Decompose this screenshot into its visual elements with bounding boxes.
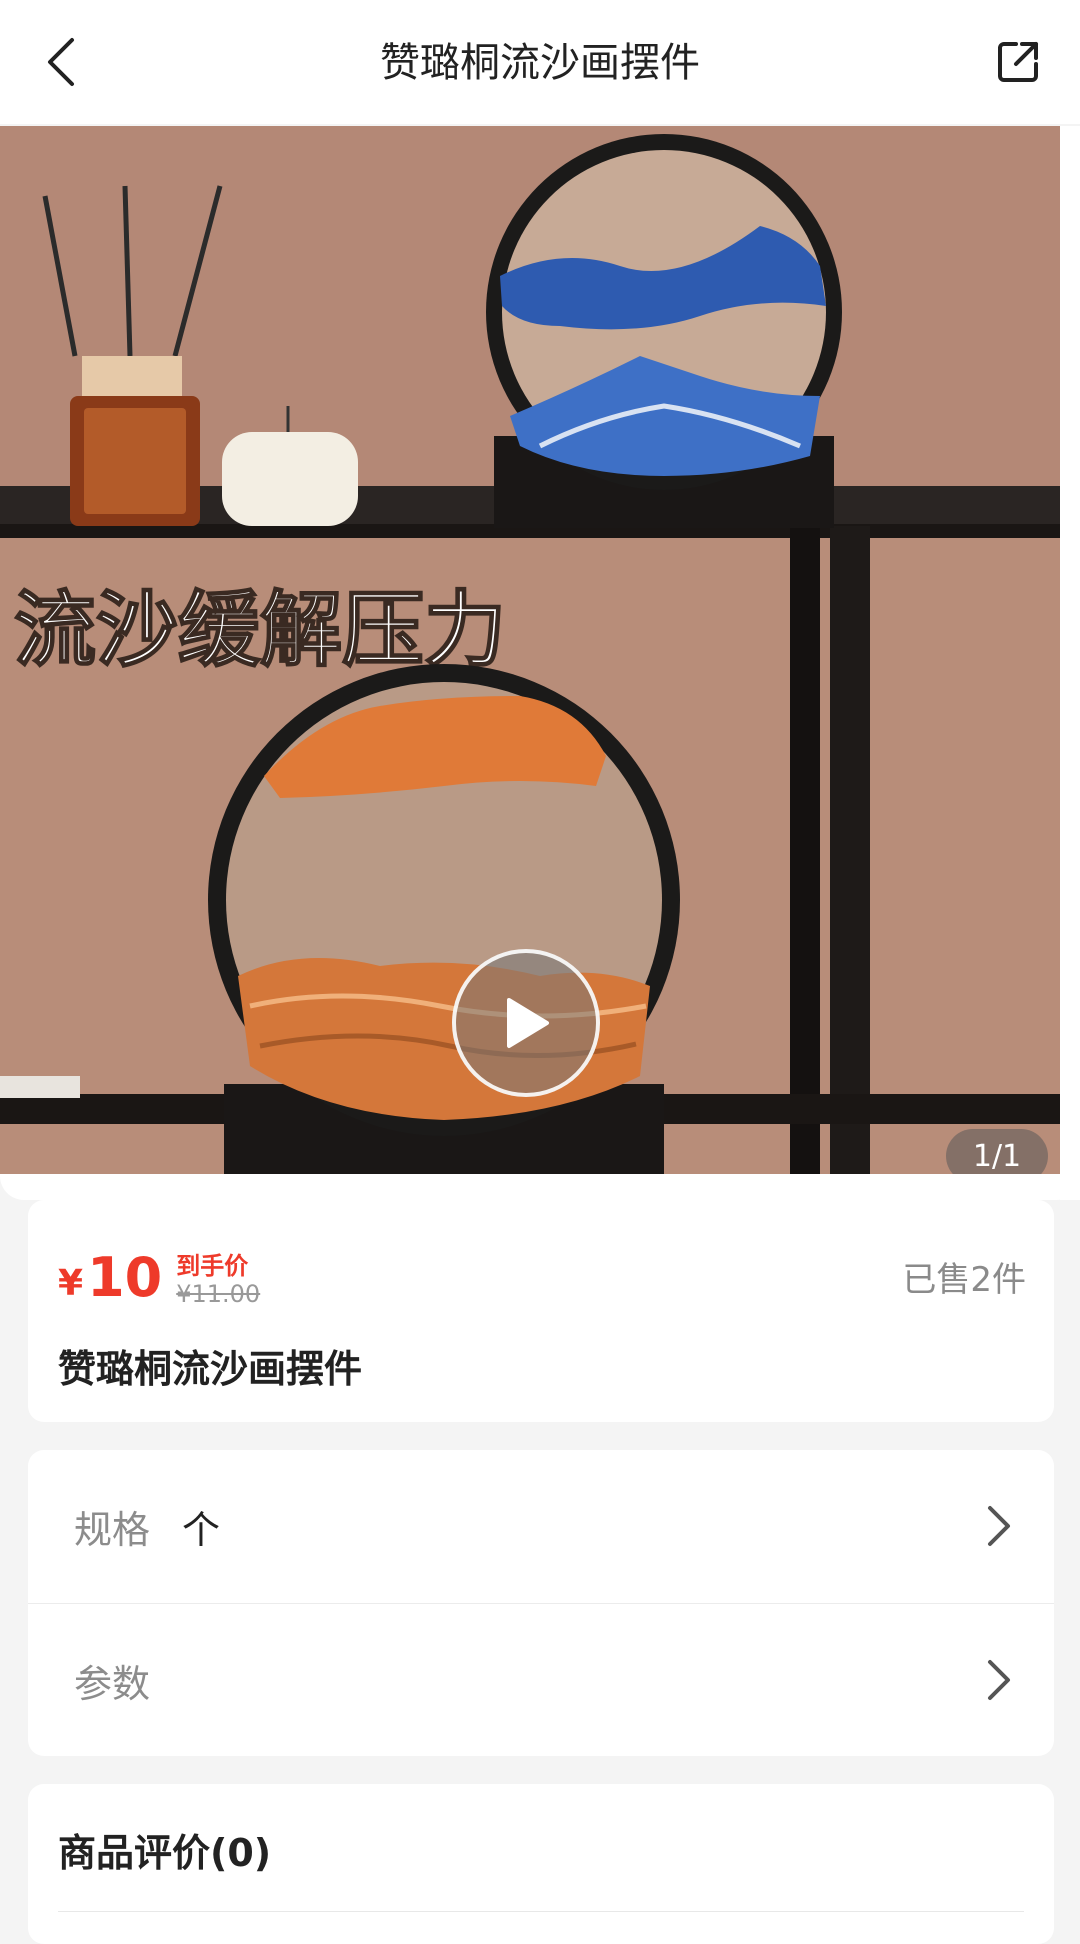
price-amount: 10 <box>87 1246 163 1309</box>
reviews-card[interactable]: 商品评价(0) <box>28 1784 1054 1944</box>
net-price-label: 到手价 <box>176 1252 249 1280</box>
play-video-button[interactable] <box>452 949 600 1097</box>
price-row: ¥ 10 到手价 ¥11.00 <box>58 1244 260 1309</box>
divider <box>58 1911 1024 1912</box>
price-currency: ¥ <box>58 1263 84 1304</box>
back-button[interactable] <box>30 30 94 94</box>
spec-label: 规格 <box>74 1507 151 1552</box>
spec-row-guige[interactable]: 规格 个 <box>28 1450 1054 1602</box>
chevron-right-icon <box>988 1660 1010 1700</box>
price-tags: 到手价 ¥11.00 <box>176 1252 260 1308</box>
share-button[interactable] <box>986 30 1050 94</box>
sold-count: 已售2件 <box>902 1260 1026 1300</box>
spec-value: 个 <box>182 1507 221 1552</box>
top-nav-bar: 赞璐桐流沙画摆件 <box>0 0 1080 124</box>
reviews-title: 商品评价(0) <box>58 1831 272 1875</box>
product-name: 赞璐桐流沙画摆件 <box>58 1347 363 1391</box>
chevron-right-icon <box>988 1506 1010 1546</box>
price-card: ¥ 10 到手价 ¥11.00 已售2件 赞璐桐流沙画摆件 <box>28 1200 1054 1422</box>
gallery-edge <box>1060 126 1080 1200</box>
params-label: 参数 <box>74 1661 151 1706</box>
gallery-overlay-text: 流沙缓解压力 <box>14 583 506 678</box>
page-title: 赞璐桐流沙画摆件 <box>380 40 700 86</box>
product-image-gallery[interactable]: 流沙缓解压力 <box>0 126 1060 1174</box>
play-icon <box>507 998 549 1048</box>
spec-card: 规格 个 参数 <box>28 1450 1054 1756</box>
share-external-icon <box>998 42 1038 82</box>
back-arrow-icon <box>48 38 74 86</box>
original-price: ¥11.00 <box>176 1280 261 1308</box>
spec-row-params[interactable]: 参数 <box>28 1604 1054 1756</box>
gallery-footer <box>0 1174 1080 1200</box>
